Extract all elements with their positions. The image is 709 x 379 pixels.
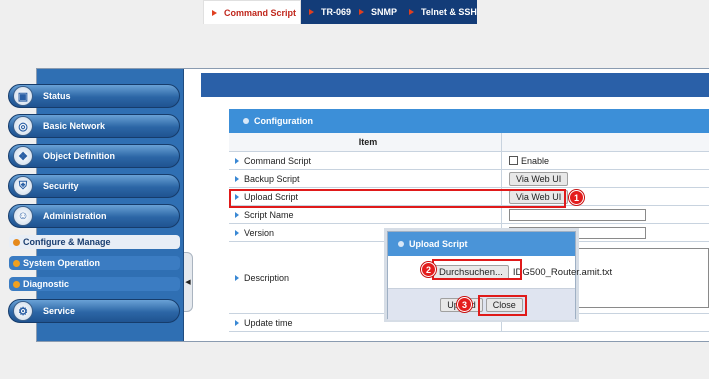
- sidebar-item-label: Status: [43, 91, 71, 101]
- arrow-right-icon: [235, 274, 239, 281]
- bullet-icon: [398, 241, 404, 247]
- sidebar-subitem-label: Configure & Manage: [23, 237, 111, 247]
- tab-bar: [201, 73, 709, 97]
- sidebar-item-object-definition[interactable]: ❖ Object Definition: [8, 144, 180, 168]
- service-icon: ⚙: [13, 301, 33, 321]
- dialog-header: Upload Script: [388, 232, 575, 256]
- enable-checkbox[interactable]: [509, 156, 518, 165]
- table-row: Command Script Enable: [229, 152, 709, 170]
- arrow-icon: [359, 9, 364, 15]
- arrow-right-icon: [235, 211, 239, 218]
- bullet-icon: [13, 259, 20, 267]
- bullet-icon: [243, 118, 249, 124]
- table-row: Backup Script Via Web UI: [229, 170, 709, 188]
- arrow-right-icon: [235, 319, 239, 326]
- sidebar-item-label: Object Definition: [43, 151, 115, 161]
- row-label-cell: Command Script: [229, 152, 502, 169]
- configuration-title: Configuration: [254, 116, 313, 126]
- highlight-upload-row: [229, 189, 566, 208]
- arrow-right-icon: [235, 175, 239, 182]
- arrow-left-icon: ◀: [185, 279, 191, 286]
- arrow-right-icon: [235, 157, 239, 164]
- row-label: Update time: [244, 317, 293, 328]
- column-header-item: Item: [229, 133, 502, 151]
- row-value-cell: Enable: [503, 152, 709, 169]
- arrow-icon: [309, 9, 314, 15]
- bullet-icon: [13, 238, 20, 246]
- selected-file-name: IDG500_Router.amit.txt: [512, 266, 613, 278]
- sidebar-item-label: Basic Network: [43, 121, 106, 131]
- row-label-cell: Backup Script: [229, 170, 502, 187]
- highlight-upload: [478, 295, 527, 316]
- row-label: Version: [244, 227, 275, 238]
- dialog-title: Upload Script: [409, 239, 468, 249]
- step-badge-2: 2: [421, 262, 436, 277]
- tab-label: Telnet & SSH: [421, 7, 477, 17]
- sidebar-item-service[interactable]: ⚙ Service: [8, 299, 180, 323]
- admin-icon: ☺: [13, 206, 33, 226]
- status-icon: ▣: [13, 86, 33, 106]
- tab-tr-069[interactable]: TR-069: [301, 0, 351, 24]
- arrow-icon: [409, 9, 414, 15]
- network-icon: ◎: [13, 116, 33, 136]
- sidebar-subitem-label: System Operation: [23, 258, 101, 268]
- row-value-cell: [503, 206, 709, 223]
- table-header-row: Item: [229, 133, 709, 152]
- arrow-icon: [212, 10, 217, 16]
- column-header-value: [503, 133, 709, 151]
- object-icon: ❖: [13, 146, 33, 166]
- backup-via-webui-button[interactable]: Via Web UI: [509, 171, 569, 186]
- sidebar-item-label: Security: [43, 181, 79, 191]
- tab-snmp[interactable]: SNMP: [351, 0, 401, 24]
- row-label: Description: [244, 272, 290, 283]
- bullet-icon: [13, 280, 20, 288]
- sidebar-item-basic-network[interactable]: ◎ Basic Network: [8, 114, 180, 138]
- sidebar-item-label: Administration: [43, 211, 107, 221]
- sidebar-subitem-configure-manage[interactable]: Configure & Manage: [9, 235, 180, 249]
- sidebar-subitem-label: Diagnostic: [23, 279, 70, 289]
- row-label: Script Name: [244, 209, 294, 220]
- tab-label: Command Script: [224, 7, 297, 18]
- step-badge-1: 1: [569, 190, 584, 205]
- security-icon: ⛨: [13, 176, 33, 196]
- tab-label: SNMP: [371, 7, 398, 17]
- sidebar-item-status[interactable]: ▣ Status: [8, 84, 180, 108]
- tab-telnet-ssh[interactable]: Telnet & SSH: [401, 0, 477, 24]
- row-label-cell: Script Name: [229, 206, 502, 223]
- sidebar-subitem-diagnostic[interactable]: Diagnostic: [9, 277, 180, 291]
- sidebar-subitem-system-operation[interactable]: System Operation: [9, 256, 180, 270]
- row-label: Backup Script: [244, 173, 300, 184]
- configuration-header: Configuration: [229, 109, 709, 133]
- row-label: Command Script: [244, 155, 312, 166]
- script-name-input[interactable]: [509, 208, 646, 221]
- highlight-browse: [432, 259, 522, 280]
- enable-label: Enable: [521, 155, 550, 166]
- sidebar-item-security[interactable]: ⛨ Security: [8, 174, 180, 198]
- collapse-handle[interactable]: ◀: [184, 252, 193, 312]
- tab-command-script[interactable]: Command Script: [203, 0, 301, 24]
- step-badge-3: 3: [457, 297, 472, 312]
- sidebar-item-label: Service: [43, 306, 76, 316]
- tab-label: TR-069: [321, 7, 352, 17]
- sidebar-item-administration[interactable]: ☺ Administration: [8, 204, 180, 228]
- arrow-right-icon: [235, 229, 239, 236]
- table-row: Script Name: [229, 206, 709, 224]
- row-value-cell: Via Web UI: [503, 170, 709, 187]
